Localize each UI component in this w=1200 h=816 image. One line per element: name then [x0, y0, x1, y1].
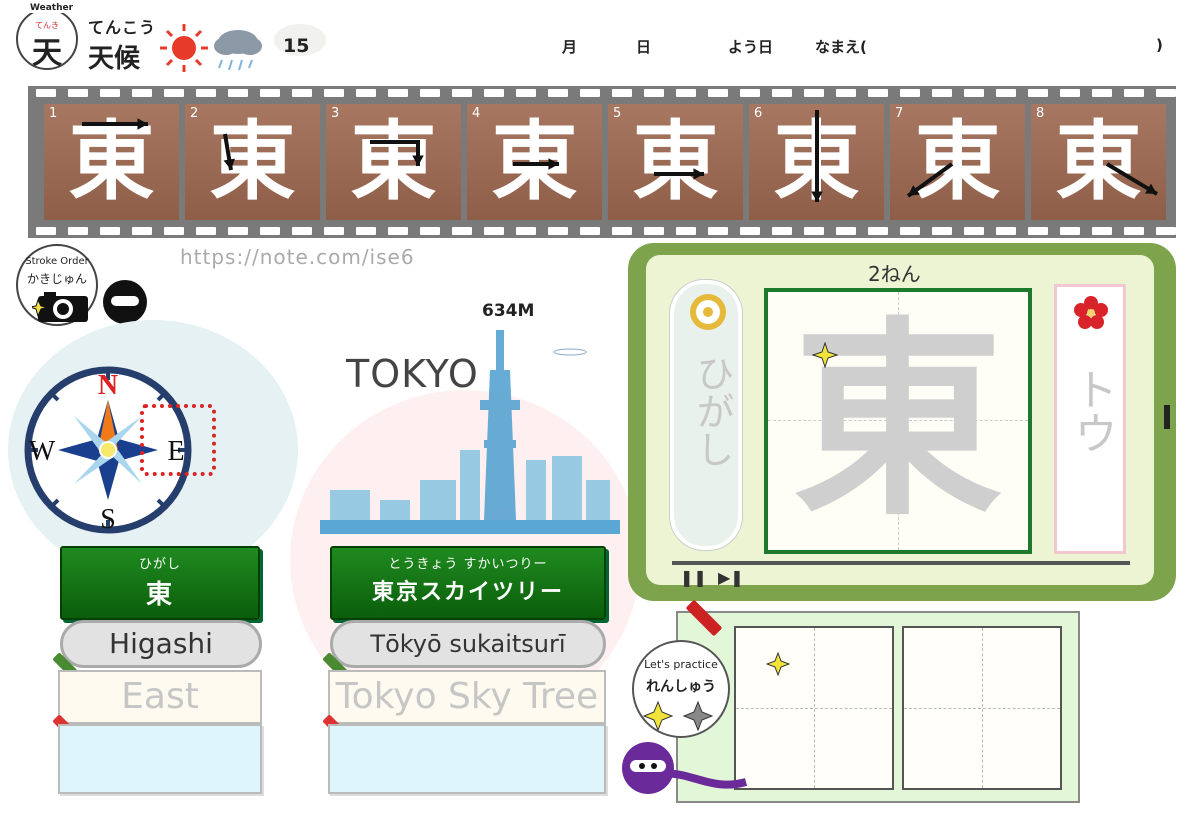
film-holes-bottom: [28, 224, 1176, 238]
sun-icon: [160, 24, 208, 72]
stroke-arrow-icon: [82, 118, 148, 130]
stroke-arrow-icon: [906, 162, 954, 198]
pause-icon[interactable]: ❚❚: [680, 568, 707, 587]
kun-reading-panel: ひがし: [670, 280, 742, 550]
east-highlight: [140, 404, 216, 476]
word1-romaji: Higashi: [60, 620, 262, 668]
stroke-order-jp: かきじゅん: [26, 272, 87, 286]
compass-west: W: [29, 436, 56, 467]
practice-jp: れんしゅう: [646, 679, 716, 695]
seek-bar[interactable]: [672, 561, 1130, 565]
camera-icon: [32, 292, 88, 322]
tokyo-label: TOKYO: [346, 352, 479, 396]
film-frame: 2東: [185, 104, 320, 220]
practice-en: Let's practice: [644, 658, 718, 671]
compass-north: N: [98, 370, 118, 401]
word1-write-box[interactable]: [58, 724, 262, 794]
rain-cloud-icon: [214, 30, 262, 71]
word1-furigana: ひがし: [138, 557, 181, 572]
word2-romaji: Tōkyō sukaitsurī: [330, 620, 606, 668]
word-furigana: てんこう: [88, 18, 157, 37]
stroke-order-badge: Stroke Order かきじゅん: [16, 244, 98, 326]
word2-text: 東京スカイツリー: [371, 580, 564, 605]
stroke-arrow-icon: [1105, 162, 1159, 196]
word2-english: Tokyo Sky Tree: [328, 670, 606, 724]
month-label: 月: [562, 38, 578, 56]
film-frame: 6東: [749, 104, 884, 220]
word1-kanji: 東: [145, 580, 174, 610]
film-frame: 8東: [1031, 104, 1166, 220]
film-frames: 1東2東3東4東5東6東7東8東: [44, 104, 1168, 220]
film-frame: 5東: [608, 104, 743, 220]
word2-sign: とうきょう すかいつりー 東京スカイツリー: [330, 546, 606, 620]
weekday-label: よう日: [728, 38, 774, 56]
tracing-character: 東: [792, 299, 1003, 544]
stroke-arrow-icon: [223, 133, 235, 171]
film-holes-top: [28, 86, 1176, 100]
skip-next-icon[interactable]: ▶❚: [718, 568, 744, 587]
stroke-order-film: 1東2東3東4東5東6東7東8東: [28, 86, 1176, 238]
ninja-icon: [103, 280, 147, 324]
compass-south: S: [100, 504, 116, 535]
on-reading: トウ: [1066, 367, 1117, 455]
word2-furigana: とうきょう すかいつりー: [388, 557, 548, 572]
purple-ninja-icon: [622, 742, 748, 794]
weather-icons: [160, 24, 326, 72]
stroke-arrow-icon: [513, 158, 559, 170]
on-reading-panel: トウ: [1054, 284, 1126, 554]
weather-badge: Weather てんき 天: [16, 3, 78, 71]
word-title: 天候: [88, 44, 141, 74]
tower-height: 634M: [482, 301, 535, 321]
stroke-order-en: Stroke Order: [25, 256, 89, 267]
name-close: ): [1156, 36, 1163, 54]
character-tracing-box[interactable]: 東: [764, 288, 1032, 554]
shuriken-icons: [642, 700, 714, 732]
film-frame: 3東: [326, 104, 461, 220]
badge-tag: Weather: [28, 3, 76, 13]
stroke-arrow-icon: [811, 110, 823, 202]
word2-write-box[interactable]: [328, 724, 606, 794]
practice-box-2[interactable]: [902, 626, 1062, 790]
practice-box-1[interactable]: [734, 626, 894, 790]
film-frame: 4東: [467, 104, 602, 220]
kun-reading: ひがし: [690, 354, 734, 468]
stroke-arrow-icon: [654, 168, 704, 180]
worksheet-page: Weather てんき 天 てんこう 天候 15 月 日 よう日 なまえ() …: [0, 0, 1200, 816]
tablet-side-button[interactable]: [1164, 405, 1170, 429]
source-url[interactable]: https://note.com/ise6: [180, 245, 415, 269]
film-frame: 7東: [890, 104, 1025, 220]
plum-flower-icon: [1074, 296, 1108, 329]
badge-kanji: 天: [32, 36, 62, 71]
word1-english: East: [58, 670, 262, 724]
star-icon: [766, 652, 790, 676]
word1-sign: ひがし 東: [60, 546, 260, 620]
chrysanthemum-icon: [690, 294, 726, 330]
name-label: なまえ(: [815, 38, 867, 56]
day-label: 日: [636, 38, 652, 56]
star-icon: [812, 342, 838, 368]
lesson-number: 15: [283, 35, 310, 57]
practice-badge: Let's practice れんしゅう: [632, 640, 730, 738]
film-frame: 1東: [44, 104, 179, 220]
stroke-arrow-icon: [370, 140, 424, 166]
grade-label: 2ねん: [868, 262, 921, 286]
